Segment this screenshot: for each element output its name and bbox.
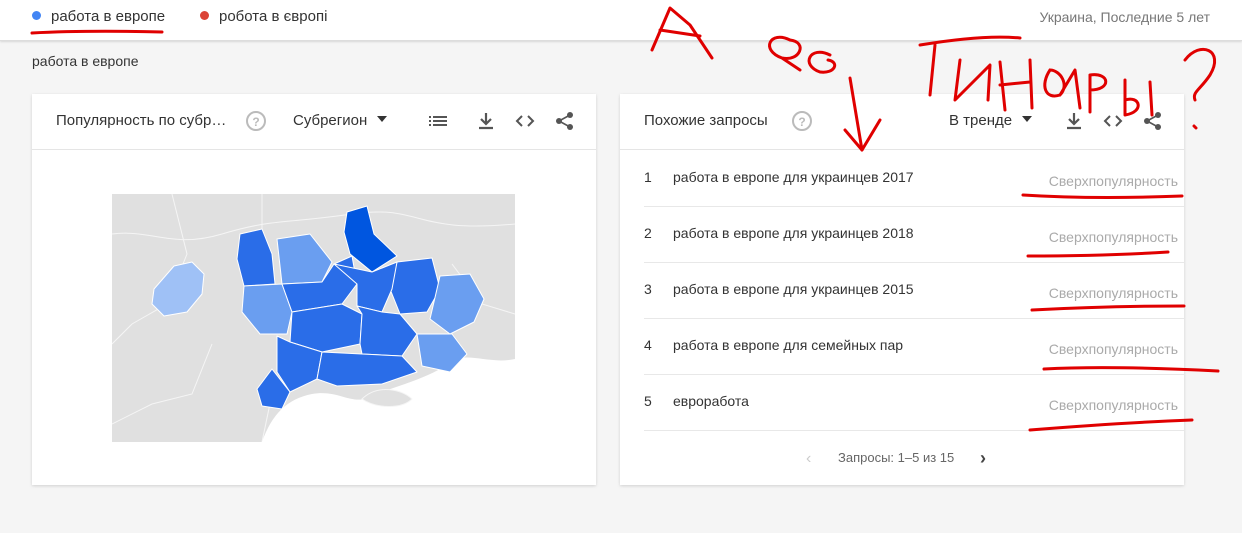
card-title: Популярность по субр… — [56, 112, 227, 129]
list-view-icon[interactable] — [427, 110, 449, 132]
rising-top-dropdown[interactable]: В тренде — [949, 112, 1033, 129]
region-mid — [289, 303, 363, 353]
compare-terms-bar: работа в европе робота в європі Украина,… — [0, 0, 1242, 41]
region-period-text: Украина, Последние 5 лет — [1039, 9, 1210, 25]
query-text[interactable]: работа в европе для украинцев 2018 — [673, 225, 914, 241]
share-icon[interactable] — [554, 110, 576, 132]
card-title: Похожие запросы — [644, 112, 768, 129]
query-value: Сверхпопулярность — [1048, 173, 1178, 189]
query-value: Сверхпопулярность — [1048, 229, 1178, 245]
download-icon[interactable] — [475, 110, 497, 132]
share-icon[interactable] — [1142, 110, 1164, 132]
query-text[interactable]: евроработа — [673, 393, 749, 409]
query-text[interactable]: работа в европе для семейных пар — [673, 337, 903, 353]
query-row[interactable]: 1 работа в европе для украинцев 2017 Све… — [644, 150, 1184, 207]
query-row[interactable]: 5 евроработа Сверхпопулярность — [644, 374, 1184, 431]
term-chip-2[interactable]: робота в європі — [200, 8, 327, 25]
query-rank: 3 — [644, 281, 652, 297]
term-1-label: работа в европе — [51, 8, 166, 25]
pagination: ‹ Запросы: 1–5 из 15 › — [620, 444, 1184, 474]
chevron-left-icon[interactable]: ‹ — [806, 450, 811, 468]
query-row[interactable]: 3 работа в европе для украинцев 2015 Све… — [644, 262, 1184, 319]
query-value: Сверхпопулярность — [1048, 341, 1178, 357]
resolution-dropdown-label: Субрегион — [293, 112, 368, 129]
dropdown-caret-icon — [1022, 116, 1033, 122]
term-2-color-dot — [200, 11, 209, 20]
query-text[interactable]: работа в европе для украинцев 2017 — [673, 169, 914, 185]
dropdown-caret-icon — [377, 116, 388, 122]
pagination-text: Запросы: 1–5 из 15 — [838, 450, 955, 465]
embed-code-icon[interactable] — [1102, 110, 1124, 132]
help-circle-icon[interactable]: ? — [792, 111, 812, 131]
query-rank: 2 — [644, 225, 652, 241]
resolution-dropdown[interactable]: Субрегион — [293, 112, 388, 129]
term-1-color-dot — [32, 11, 41, 20]
query-rank: 4 — [644, 337, 652, 353]
card-header: Популярность по субр… ? Субрегион — [32, 94, 596, 150]
related-queries-card: Похожие запросы ? В тренде 1 работа в ев… — [620, 94, 1184, 485]
download-icon[interactable] — [1063, 110, 1085, 132]
embed-code-icon[interactable] — [514, 110, 536, 132]
help-circle-icon[interactable]: ? — [246, 111, 266, 131]
term-2-label: робота в європі — [219, 8, 328, 25]
section-subtitle: работа в европе — [32, 53, 139, 69]
chevron-right-icon[interactable]: › — [980, 448, 986, 469]
query-value: Сверхпопулярность — [1048, 285, 1178, 301]
query-row[interactable]: 4 работа в европе для семейных пар Сверх… — [644, 318, 1184, 375]
card-header: Похожие запросы ? В тренде — [620, 94, 1184, 150]
interest-by-subregion-card: Популярность по субр… ? Субрегион — [32, 94, 596, 485]
query-row[interactable]: 2 работа в европе для украинцев 2018 Све… — [644, 206, 1184, 263]
query-rank: 1 — [644, 169, 652, 185]
query-rank: 5 — [644, 393, 652, 409]
region-map[interactable] — [111, 193, 516, 443]
term-chip-1[interactable]: работа в европе — [32, 8, 165, 25]
query-value: Сверхпопулярность — [1048, 397, 1178, 413]
query-text[interactable]: работа в европе для украинцев 2015 — [673, 281, 914, 297]
rising-top-dropdown-label: В тренде — [949, 112, 1013, 129]
